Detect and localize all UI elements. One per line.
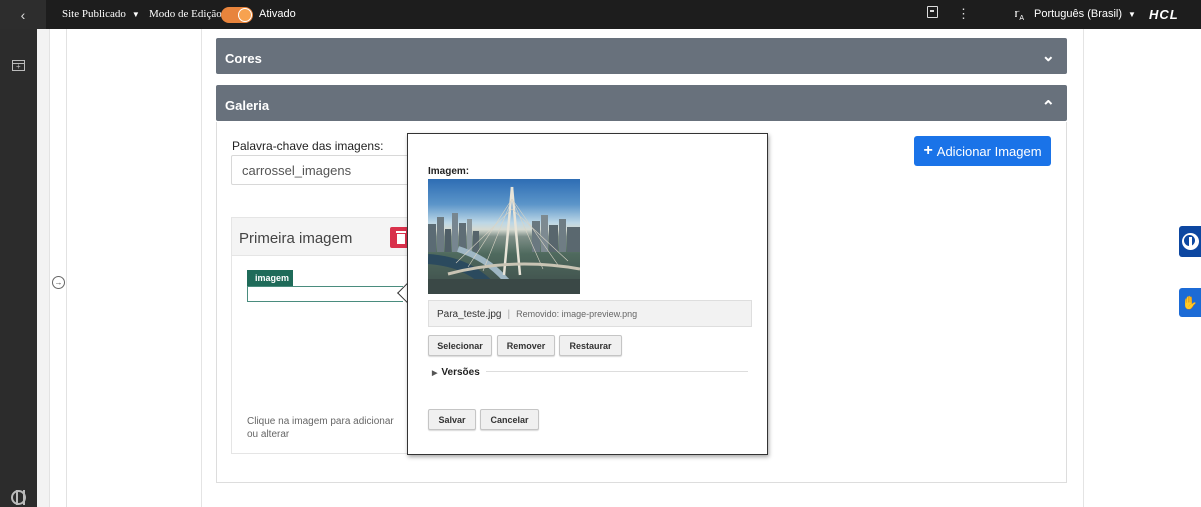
divider	[201, 29, 202, 507]
language-dropdown[interactable]: Português (Brasil) ▼	[1034, 8, 1136, 20]
restore-button[interactable]: Restaurar	[559, 335, 622, 356]
triangle-right-icon: ▶	[432, 370, 438, 377]
image-label: Imagem:	[428, 166, 470, 177]
accessibility-icon[interactable]	[1179, 226, 1201, 257]
divider	[66, 29, 67, 507]
separator: |	[507, 309, 511, 320]
image-card-title: Primeira imagem	[232, 218, 410, 256]
edit-mode-label: Modo de Edição:	[149, 8, 225, 20]
select-button[interactable]: Selecionar	[428, 335, 492, 356]
save-button[interactable]: Salvar	[428, 409, 476, 430]
add-content-icon[interactable]: +	[12, 60, 25, 71]
language-label: Português (Brasil)	[1034, 8, 1123, 20]
image-field[interactable]	[247, 286, 403, 302]
top-toolbar: ‹ Site Publicado ▼ Modo de Edição: Ativad…	[0, 0, 1201, 29]
keyword-label: Palavra-chave das imagens:	[232, 139, 384, 153]
file-name: Para_teste.jpg	[437, 309, 502, 320]
remove-button[interactable]: Remover	[497, 335, 555, 356]
cancel-button[interactable]: Cancelar	[480, 409, 539, 430]
site-status-dropdown[interactable]: Site Publicado ▼	[62, 8, 140, 20]
divider	[1083, 29, 1084, 507]
chevron-down-icon: ⌄	[1041, 48, 1055, 65]
sign-language-icon[interactable]: ✋	[1179, 288, 1201, 317]
edit-mode-toggle[interactable]	[221, 7, 253, 23]
image-field-tag: imagem	[247, 270, 293, 286]
accordion-colors-title: Cores	[225, 51, 262, 66]
left-rail: +	[0, 29, 37, 507]
expand-panel-icon[interactable]: →	[52, 276, 65, 289]
accordion-colors[interactable]: Cores ⌄	[216, 38, 1067, 74]
chevron-left-icon[interactable]: ‹	[0, 0, 46, 29]
help-icon[interactable]	[11, 490, 26, 505]
edit-mode-state: Ativado	[259, 8, 296, 20]
versions-toggle[interactable]: ▶ Versões	[432, 367, 480, 378]
plus-icon: +	[923, 142, 933, 159]
page-settings-icon[interactable]	[927, 6, 938, 18]
accordion-gallery-title: Galeria	[225, 98, 270, 113]
add-image-label: Adicionar Imagem	[936, 143, 1042, 159]
brand-logo: HCL	[1149, 7, 1179, 22]
keyword-input[interactable]: carrossel_imagens	[231, 155, 411, 185]
file-info-bar: Para_teste.jpg | Removido: image-preview.p…	[428, 300, 752, 327]
caret-down-icon: ▼	[1128, 10, 1136, 19]
site-status-label: Site Publicado	[62, 8, 126, 20]
versions-label: Versões	[441, 367, 480, 378]
image-preview[interactable]	[428, 179, 580, 294]
side-panel-strip	[37, 29, 50, 507]
translate-icon: 𝕣A	[1014, 8, 1024, 23]
divider	[486, 371, 748, 372]
chevron-up-icon: ⌃	[1041, 99, 1055, 116]
more-options-icon[interactable]: ⋮	[957, 6, 970, 22]
accordion-gallery[interactable]: Galeria ⌃	[216, 85, 1067, 121]
add-image-button[interactable]: + Adicionar Imagem	[914, 136, 1051, 166]
image-hint: Clique na imagem para adicionar ou alter…	[247, 416, 394, 440]
removed-file-text: Removido: image-preview.png	[516, 309, 638, 319]
caret-down-icon: ▼	[131, 10, 140, 19]
toggle-knob	[238, 8, 252, 22]
